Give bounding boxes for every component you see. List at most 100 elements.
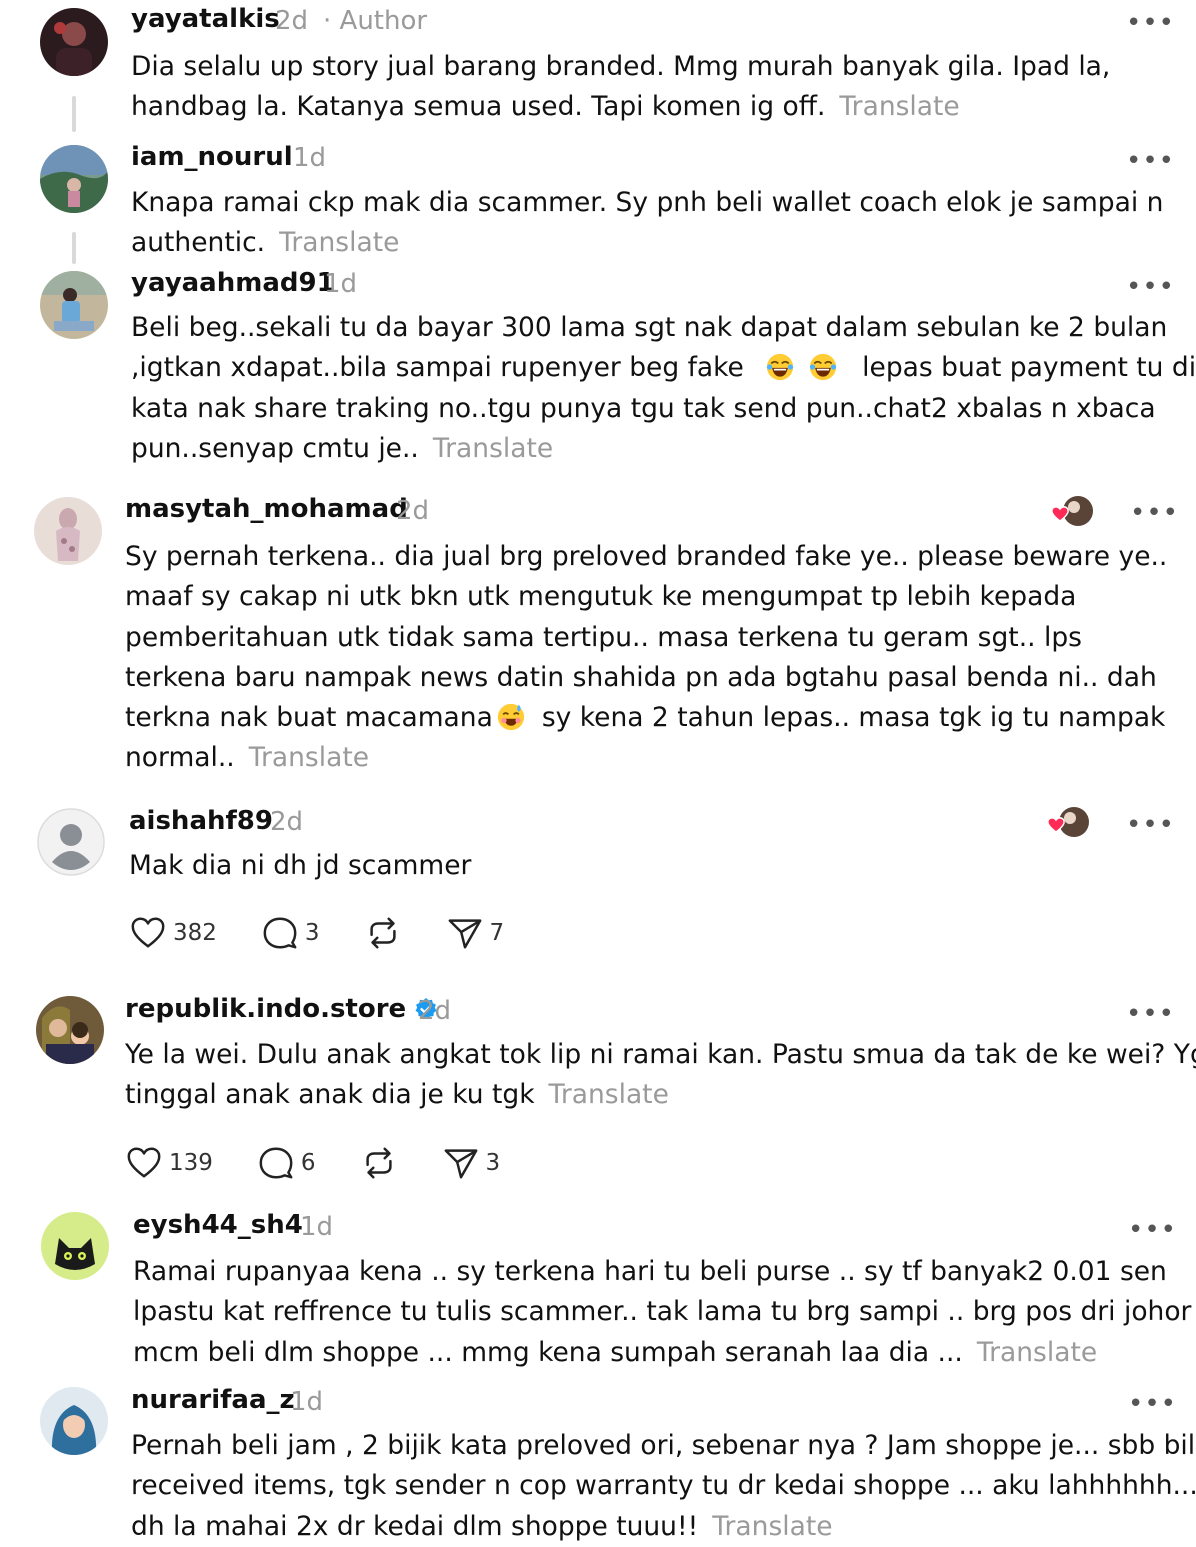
- avatar-image: [34, 497, 102, 565]
- comment-line: normal.. Translate: [125, 738, 1167, 778]
- comment-body: Beli beg..sekali tu da bayar 300 lama sg…: [131, 308, 1196, 469]
- username[interactable]: republik.indo.store: [125, 994, 438, 1024]
- like-button[interactable]: 382: [129, 914, 217, 952]
- username[interactable]: nurarifaa_z: [131, 1385, 295, 1415]
- avatar-image: [41, 1212, 109, 1280]
- timestamp: 1d: [324, 269, 358, 299]
- avatar[interactable]: [41, 1212, 109, 1280]
- heart-icon: [131, 917, 165, 948]
- share-count: 3: [485, 1150, 501, 1176]
- comment-body: Dia selalu up story jual barang branded.…: [131, 47, 1110, 128]
- thread-line: [72, 96, 76, 132]
- more-options-button[interactable]: •••: [1128, 1217, 1177, 1243]
- laughing-emoji: [767, 354, 794, 381]
- timestamp: 1d: [290, 1387, 324, 1417]
- avatar[interactable]: [40, 1387, 108, 1455]
- comment-line-text: handbag la. Katanya semua used. Tapi kom…: [131, 91, 826, 123]
- share-button[interactable]: 3: [442, 1144, 501, 1182]
- avatar[interactable]: [34, 497, 102, 565]
- comment-line: maaf sy cakap ni utk bkn utk mengutuk ke…: [125, 581, 1077, 613]
- comment-line: Ramai rupanyaa kena .. sy terkena hari t…: [133, 1256, 1167, 1287]
- username[interactable]: aishahf89: [129, 806, 273, 836]
- reply-count: 3: [304, 920, 320, 946]
- avatar[interactable]: [40, 145, 108, 213]
- avatar[interactable]: [36, 996, 104, 1064]
- author-label: · Author: [323, 6, 428, 36]
- comment-line-text: authentic.: [131, 227, 266, 259]
- comment-line-text: pun..senyap cmtu je..: [131, 432, 419, 464]
- timestamp: 2d: [275, 6, 309, 36]
- comment-body: Ramai rupanyaa kena .. sy terkena hari t…: [133, 1252, 1196, 1373]
- translate-link[interactable]: Translate: [839, 91, 959, 122]
- author-liked-reaction: [1051, 496, 1093, 526]
- username[interactable]: yayaahmad91: [131, 268, 335, 298]
- username[interactable]: iam_nourul: [131, 142, 293, 172]
- more-options-button[interactable]: •••: [1126, 274, 1175, 300]
- more-options-button[interactable]: •••: [1126, 10, 1175, 36]
- comment-body: Knapa ramai ckp mak dia scammer. Sy pnh …: [131, 183, 1163, 264]
- avatar-image: [40, 1387, 108, 1455]
- thread-line: [72, 232, 76, 264]
- avatar-image: [40, 8, 108, 76]
- like-count: 382: [173, 920, 217, 946]
- heart-icon: [127, 1147, 161, 1178]
- comment-line: Sy pernah terkena.. dia jual brg prelove…: [125, 541, 1168, 572]
- avatar[interactable]: [40, 8, 108, 76]
- timestamp: 2d: [418, 996, 452, 1026]
- default-avatar-icon: [37, 808, 105, 876]
- timestamp: 1d: [293, 143, 327, 173]
- comment-line: authentic. Translate: [131, 223, 1163, 263]
- like-button[interactable]: 139: [125, 1144, 213, 1182]
- share-button[interactable]: 7: [446, 914, 505, 952]
- like-count: 139: [169, 1150, 213, 1176]
- comment-body: Mak dia ni dh jd scammer: [129, 846, 471, 886]
- reply-button[interactable]: 3: [261, 914, 320, 952]
- comment-line: Knapa ramai ckp mak dia scammer. Sy pnh …: [131, 187, 1164, 218]
- repost-button[interactable]: [364, 914, 402, 952]
- translate-link[interactable]: Translate: [249, 742, 369, 773]
- comment-line: handbag la. Katanya semua used. Tapi kom…: [131, 87, 1110, 127]
- avatar[interactable]: [37, 808, 105, 876]
- comment-line-text: sy kena 2 tahun lepas.. masa tgk ig tu n…: [541, 702, 1166, 734]
- timestamp: 2d: [396, 496, 430, 526]
- comment-line-text: mcm beli dlm shoppe ... mmg kena sumpah …: [133, 1336, 963, 1368]
- share-count: 7: [489, 920, 505, 946]
- avatar[interactable]: [40, 271, 108, 339]
- comment-line: dh la mahai 2x dr kedai dlm shoppe tuuu!…: [131, 1507, 1196, 1547]
- comment-line-text: tinggal anak anak dia je ku tgk: [125, 1079, 535, 1111]
- translate-link[interactable]: Translate: [279, 227, 399, 258]
- comment-line: Pernah beli jam , 2 bijik kata preloved …: [131, 1430, 1196, 1461]
- comment-line: ,igtkan xdapat..bila sampai rupenyer beg…: [131, 348, 1196, 388]
- more-options-button[interactable]: •••: [1126, 148, 1175, 174]
- reply-count: 6: [300, 1150, 316, 1176]
- username[interactable]: masytah_mohamad: [125, 494, 408, 524]
- translate-link[interactable]: Translate: [977, 1337, 1097, 1368]
- more-options-button[interactable]: •••: [1126, 812, 1175, 838]
- timestamp: 2d: [270, 807, 304, 837]
- translate-link[interactable]: Translate: [549, 1079, 669, 1110]
- avatar-image: [36, 996, 104, 1064]
- comment-line-text: normal..: [125, 742, 235, 774]
- reply-button[interactable]: 6: [257, 1144, 316, 1182]
- comment-body: Sy pernah terkena.. dia jual brg prelove…: [125, 537, 1167, 779]
- share-icon: [444, 1149, 477, 1179]
- timestamp: 1d: [300, 1212, 334, 1242]
- laughing-emoji: [809, 354, 836, 381]
- comment-body: Ye la wei. Dulu anak angkat tok lip ni r…: [125, 1035, 1196, 1116]
- more-options-button[interactable]: •••: [1128, 1391, 1177, 1417]
- comment-line: Beli beg..sekali tu da bayar 300 lama sg…: [131, 312, 1168, 343]
- comment-body: Pernah beli jam , 2 bijik kata preloved …: [131, 1426, 1196, 1547]
- translate-link[interactable]: Translate: [433, 433, 553, 464]
- comment-line: terkna nak buat macamana sy kena 2 tahun …: [125, 698, 1167, 738]
- repost-button[interactable]: [360, 1144, 398, 1182]
- translate-link[interactable]: Translate: [712, 1511, 832, 1542]
- comment-line: kata nak share traking no..tgu punya tgu…: [131, 392, 1156, 424]
- more-options-button[interactable]: •••: [1130, 500, 1179, 526]
- more-options-button[interactable]: •••: [1126, 1001, 1175, 1027]
- repost-icon: [369, 917, 396, 949]
- username[interactable]: eysh44_sh4: [133, 1210, 303, 1240]
- repost-icon: [365, 1147, 392, 1179]
- username[interactable]: yayatalkis: [131, 4, 280, 34]
- smiling-sweat-emoji: [497, 704, 524, 731]
- comment-line: mcm beli dlm shoppe ... mmg kena sumpah …: [133, 1333, 1196, 1373]
